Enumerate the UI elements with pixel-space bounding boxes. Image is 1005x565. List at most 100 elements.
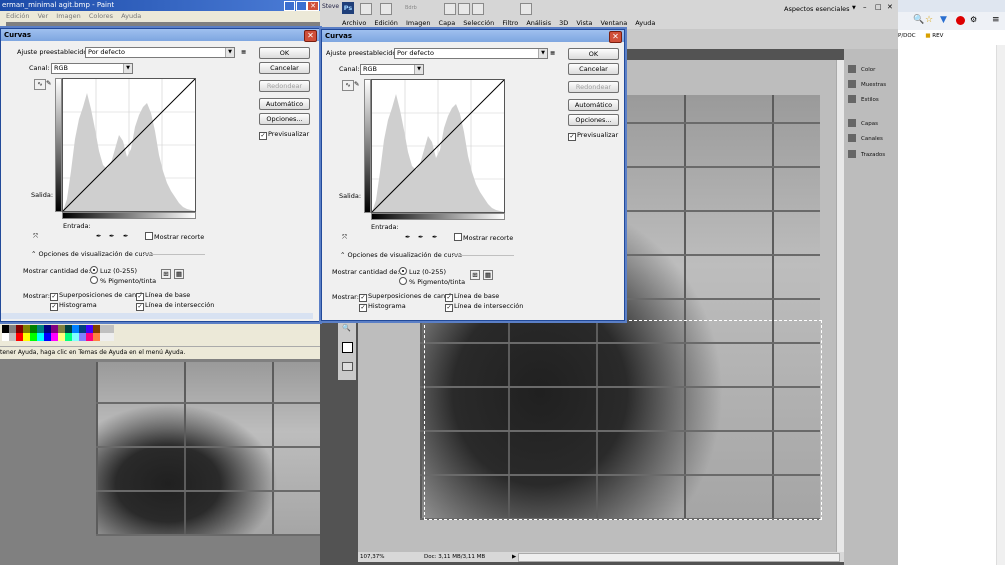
ps-minimize-button[interactable]: – — [863, 3, 867, 11]
paint-close-button[interactable]: ✕ — [307, 1, 319, 11]
ps-menu-3d[interactable]: 3D — [559, 19, 568, 27]
ps-restore-button[interactable]: □ — [875, 3, 882, 11]
preset-menu-icon[interactable]: ≣ — [550, 49, 555, 57]
ps-menu-analysis[interactable]: Análisis — [526, 19, 551, 27]
light-radio-left[interactable]: Luz (0-255) — [90, 266, 137, 275]
ps-close-button[interactable]: ✕ — [887, 3, 893, 11]
rotate-view-icon[interactable] — [472, 3, 484, 15]
auto-button[interactable]: Automático — [568, 99, 619, 111]
light-radio-button-left[interactable] — [90, 266, 98, 274]
ps-menu-window[interactable]: Ventana — [601, 19, 628, 27]
intersection-checkbox[interactable]: ✓ — [445, 304, 453, 312]
target-adjust-icon-left[interactable]: ⤧ — [33, 232, 38, 241]
preset-select[interactable]: Por defecto ▼ — [394, 48, 548, 59]
show-clipping-checkbox-left[interactable] — [145, 232, 153, 240]
light-radio[interactable]: Luz (0-255) — [399, 267, 446, 276]
panel-channels[interactable]: Canales — [848, 133, 896, 145]
paint-maximize-button[interactable] — [296, 1, 307, 11]
overlays-left[interactable]: ✓ Superposiciones de canal — [50, 291, 142, 301]
ps-menu-image[interactable]: Imagen — [406, 19, 430, 27]
grid-simple-icon-left[interactable]: ⊞ — [161, 269, 171, 279]
ps-tab-label[interactable]: Steve — [322, 3, 339, 10]
ok-button-left[interactable]: OK — [259, 47, 310, 59]
eyedropper-black-icon-left[interactable]: ✒ — [96, 232, 101, 240]
channel-select-left[interactable]: RGB ▼ — [51, 63, 133, 74]
histogram-checkbox-left[interactable]: ✓ — [50, 303, 58, 311]
status-arrow-icon[interactable]: ▶ — [512, 552, 516, 562]
ps-menu-help[interactable]: Ayuda — [635, 19, 655, 27]
curve-graph[interactable] — [371, 79, 505, 213]
preview[interactable]: ✓ Previsualizar — [568, 131, 618, 141]
panel-paths[interactable]: Trazados — [848, 149, 896, 161]
channel-select[interactable]: RGB ▼ — [360, 64, 424, 75]
baseline[interactable]: ✓ Línea de base — [445, 292, 499, 302]
histogram-option[interactable]: ✓ Histograma — [359, 302, 406, 312]
paint-menu-edit[interactable]: Edición — [6, 12, 30, 20]
adblock-icon[interactable] — [956, 16, 965, 25]
grid-simple-icon[interactable]: ⊞ — [470, 270, 480, 280]
paint-menu-help[interactable]: Ayuda — [121, 12, 141, 20]
pigment-radio-button[interactable] — [399, 277, 407, 285]
baseline-checkbox[interactable]: ✓ — [445, 294, 453, 302]
show-clipping-left[interactable]: Mostrar recorte — [145, 232, 204, 241]
bridge-icon[interactable] — [360, 3, 372, 15]
preview-checkbox-left[interactable]: ✓ — [259, 132, 267, 140]
shield-icon[interactable]: ▼ — [940, 15, 947, 25]
panel-layers[interactable]: Capas — [848, 118, 896, 130]
ok-button[interactable]: OK — [568, 48, 619, 60]
curves-close-button[interactable]: ✕ — [609, 31, 622, 43]
paint-menu-view[interactable]: Ver — [38, 12, 49, 20]
auto-button-left[interactable]: Automático — [259, 98, 310, 110]
cancel-button[interactable]: Cancelar — [568, 63, 619, 75]
light-radio-button[interactable] — [399, 267, 407, 275]
intersection-left[interactable]: ✓ Línea de intersección — [136, 301, 214, 311]
doc-size[interactable]: Doc: 3,11 MB/3,11 MB — [424, 552, 485, 562]
show-clipping[interactable]: Mostrar recorte — [454, 233, 513, 242]
eyedropper-white-icon[interactable]: ✒ — [432, 233, 437, 241]
ps-menu-edit[interactable]: Edición — [374, 19, 398, 27]
overlays-checkbox-left[interactable]: ✓ — [50, 293, 58, 301]
pigment-radio-button-left[interactable] — [90, 276, 98, 284]
curve-tool-icon[interactable]: ∿ — [342, 80, 354, 91]
options-button[interactable]: Opciones... — [568, 114, 619, 126]
workspace-dropdown-icon[interactable]: ▼ — [852, 5, 856, 11]
paint-canvas-image[interactable] — [96, 362, 336, 536]
baseline-checkbox-left[interactable]: ✓ — [136, 293, 144, 301]
panel-styles[interactable]: Estilos — [848, 94, 896, 106]
paint-menu-image[interactable]: Imagen — [56, 12, 80, 20]
curve-graph-left[interactable] — [62, 78, 196, 212]
color-swatch-icon[interactable] — [342, 342, 353, 353]
eyedropper-white-icon-left[interactable]: ✒ — [123, 232, 128, 240]
hand-tool-icon[interactable] — [444, 3, 456, 15]
bookmark-rev[interactable]: REV — [932, 33, 943, 39]
grid-detailed-icon[interactable]: ▦ — [483, 270, 493, 280]
screen-mode-icon[interactable] — [520, 3, 532, 15]
options-button-left[interactable]: Opciones... — [259, 113, 310, 125]
eyedropper-gray-icon-left[interactable]: ✒ — [109, 232, 114, 240]
show-clipping-checkbox[interactable] — [454, 233, 462, 241]
intersection[interactable]: ✓ Línea de intersección — [445, 302, 523, 312]
ps-menu-view[interactable]: Vista — [576, 19, 592, 27]
overlays[interactable]: ✓ Superposiciones de canal — [359, 292, 451, 302]
star-icon[interactable]: ☆ — [925, 15, 933, 25]
panel-color[interactable]: Color — [848, 64, 896, 76]
histogram-option-left[interactable]: ✓ Histograma — [50, 301, 97, 311]
grid-detailed-icon-left[interactable]: ▦ — [174, 269, 184, 279]
zoom-level[interactable]: 107,37% — [360, 552, 384, 562]
zoom-tool-icon[interactable] — [458, 3, 470, 15]
target-adjust-icon[interactable]: ⤧ — [342, 233, 347, 242]
eyedropper-gray-icon[interactable]: ✒ — [418, 233, 423, 241]
panel-swatches[interactable]: Muestras — [848, 79, 896, 91]
curve-tool-icon-left[interactable]: ∿ — [34, 79, 46, 90]
intersection-checkbox-left[interactable]: ✓ — [136, 303, 144, 311]
display-options-toggle-left[interactable]: ⌃ Opciones de visualización de curva — [31, 250, 153, 258]
eyedropper-black-icon[interactable]: ✒ — [405, 233, 410, 241]
ps-menu-select[interactable]: Selección — [463, 19, 494, 27]
paint-minimize-button[interactable] — [284, 1, 295, 11]
overlays-checkbox[interactable]: ✓ — [359, 294, 367, 302]
color-palette-swatches[interactable] — [2, 325, 114, 341]
ps-menu-filter[interactable]: Filtro — [502, 19, 518, 27]
curves-left-hscroll[interactable] — [1, 313, 313, 319]
pigment-radio[interactable]: % Pigmento/tinta — [399, 277, 465, 286]
ps-mini-bridge[interactable]: Bdrb — [405, 5, 417, 11]
